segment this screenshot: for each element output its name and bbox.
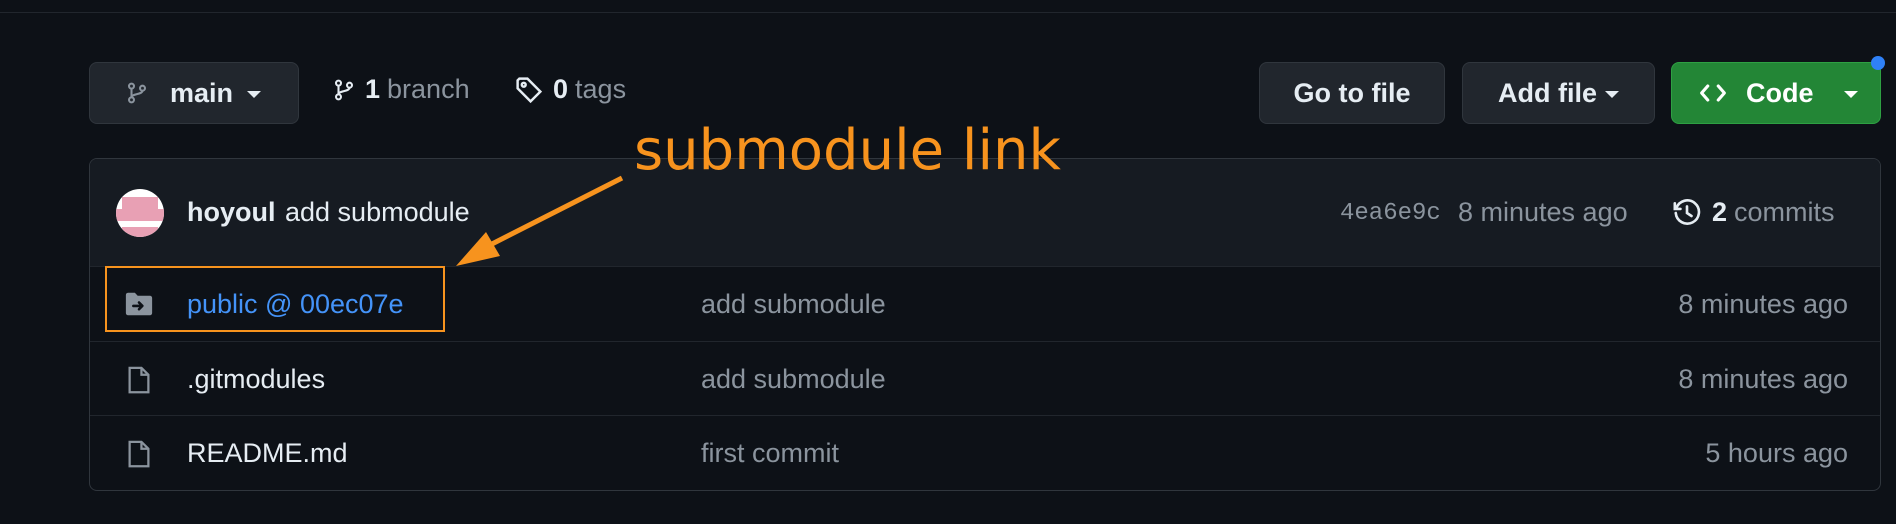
chevron-down-icon: [1843, 91, 1858, 98]
notification-dot: [1871, 56, 1885, 70]
file-time: 8 minutes ago: [1678, 289, 1848, 319]
history-icon: [1673, 198, 1701, 225]
commit-message[interactable]: add submodule: [285, 197, 470, 228]
chevron-down-icon: [247, 91, 262, 98]
file-commit-message[interactable]: first commit: [701, 438, 839, 469]
file-row: README.md first commit 5 hours ago: [90, 415, 1880, 489]
top-divider: [0, 12, 1896, 13]
file-time: 5 hours ago: [1705, 438, 1848, 468]
commits-link[interactable]: 2 commits: [1672, 197, 1835, 228]
commit-author[interactable]: hoyoul: [187, 197, 276, 228]
file-name-link[interactable]: README.md: [187, 438, 348, 469]
chevron-down-icon: [1605, 91, 1619, 98]
file-icon: [128, 366, 150, 394]
branches-link[interactable]: 1 branch: [333, 74, 470, 105]
branch-selector-label: main: [170, 77, 234, 108]
file-time: 8 minutes ago: [1678, 364, 1848, 394]
tags-link[interactable]: 0 tags: [515, 74, 626, 105]
commits-label: commits: [1734, 197, 1835, 227]
branches-count: 1: [365, 74, 381, 104]
file-row: .gitmodules add submodule 8 minutes ago: [90, 341, 1880, 415]
file-name-link[interactable]: .gitmodules: [187, 364, 325, 395]
commits-count: 2: [1712, 197, 1728, 227]
git-branch-icon: [334, 79, 354, 100]
code-button[interactable]: Code: [1671, 62, 1881, 124]
file-icon: [128, 440, 150, 468]
file-commit-message[interactable]: add submodule: [701, 364, 886, 395]
avatar[interactable]: [116, 189, 164, 237]
annotation-highlight-box: [105, 266, 445, 332]
commit-sha[interactable]: 4ea6e9c: [1340, 200, 1441, 227]
code-icon: [1700, 84, 1726, 102]
commit-time: 8 minutes ago: [1458, 197, 1628, 227]
git-branch-icon: [127, 82, 147, 104]
repo-file-browser: main 1 branch 0 tags Go to file Add file…: [0, 0, 1896, 524]
branches-label: branch: [387, 74, 470, 104]
code-label: Code: [1746, 77, 1814, 108]
add-file-button[interactable]: Add file: [1462, 62, 1655, 124]
add-file-label: Add file: [1498, 77, 1597, 108]
go-to-file-label: Go to file: [1293, 77, 1411, 108]
branch-selector-button[interactable]: main: [89, 62, 299, 124]
file-commit-message[interactable]: add submodule: [701, 289, 886, 320]
tag-icon: [516, 76, 543, 103]
go-to-file-button[interactable]: Go to file: [1259, 62, 1445, 124]
tags-label: tags: [575, 74, 627, 104]
annotation-label: submodule link: [634, 118, 1061, 183]
tags-count: 0: [553, 74, 569, 104]
